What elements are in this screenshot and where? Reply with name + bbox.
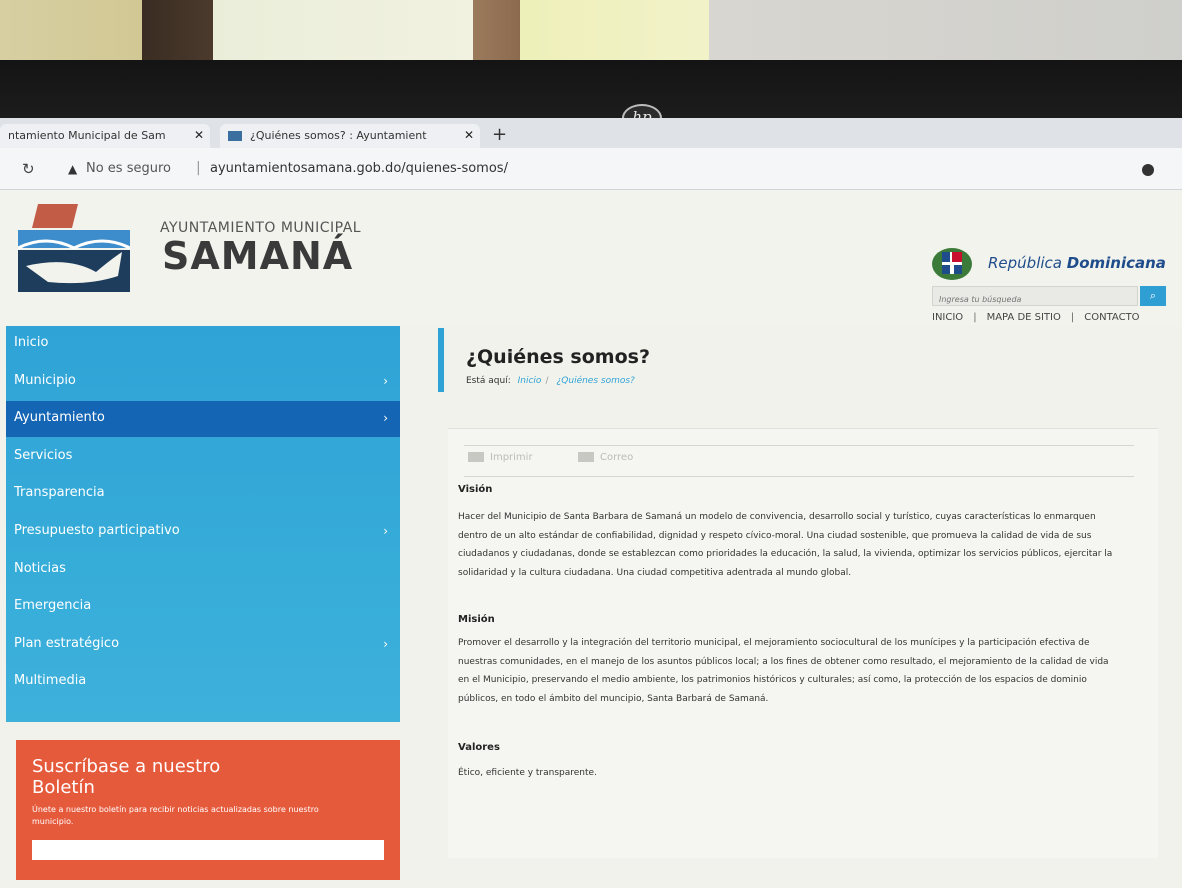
email-label: Correo	[600, 452, 634, 463]
sidebar-item-label: Noticias	[14, 561, 66, 576]
sidebar-item-label: Inicio	[14, 335, 49, 350]
newsletter-box: Suscríbase a nuestro Boletín Únete a nue…	[16, 740, 400, 880]
sidebar-item-label: Servicios	[14, 448, 73, 463]
link-mapa-de-sitio[interactable]: MAPA DE SITIO	[987, 312, 1061, 323]
sidebar-item-label: Transparencia	[14, 485, 105, 500]
address-separator: |	[196, 160, 201, 176]
tab-ayuntamiento[interactable]: ntamiento Municipal de Sam ✕	[0, 124, 210, 148]
breadcrumb: Está aquí: Inicio / ¿Quiénes somos?	[466, 376, 635, 386]
sidebar-item-label: Ayuntamiento	[14, 410, 105, 425]
newsletter-title: Suscríbase a nuestro Boletín	[32, 756, 221, 798]
breadcrumb-inicio[interactable]: Inicio	[518, 376, 542, 386]
rd-label-plain: República	[988, 254, 1067, 272]
section-heading-vision: Visión	[458, 484, 493, 495]
coat-of-arms-icon	[932, 248, 972, 280]
section-heading-valores: Valores	[458, 742, 500, 753]
email-button[interactable]: Correo	[578, 452, 633, 463]
url-field[interactable]: ayuntamientosamana.gob.do/quienes-somos/	[210, 161, 508, 176]
link-contacto[interactable]: CONTACTO	[1084, 312, 1139, 323]
sidebar-item-label: Emergencia	[14, 598, 92, 613]
favicon-icon	[228, 131, 242, 141]
profile-icon[interactable]	[1142, 164, 1154, 176]
sidebar-nav: Inicio Municipio › Ayuntamiento › Servicios Tr…	[6, 326, 400, 722]
page-title: ¿Quiénes somos?	[466, 346, 650, 368]
republica-dominicana-label: República Dominicana	[988, 254, 1166, 272]
chevron-right-icon: ›	[383, 524, 388, 538]
org-name: SAMANÁ	[162, 234, 354, 278]
not-secure-label[interactable]: No es seguro	[86, 161, 171, 176]
mail-icon	[578, 452, 594, 462]
search-input[interactable]	[933, 290, 1137, 309]
close-tab-icon[interactable]: ✕	[194, 128, 204, 142]
toolbar-divider	[464, 476, 1134, 477]
samana-logo[interactable]	[18, 200, 130, 292]
section-text-mision: Promover el desarrollo y la integración …	[458, 638, 1109, 704]
print-label: Imprimir	[490, 452, 533, 463]
sidebar-item-municipio[interactable]: Municipio ›	[6, 364, 400, 400]
tab-label: ntamiento Municipal de Sam	[8, 129, 166, 142]
sidebar-item-noticias[interactable]: Noticias	[6, 552, 400, 588]
chevron-right-icon: ›	[383, 411, 388, 425]
breadcrumb-label: Está aquí:	[466, 376, 511, 386]
link-inicio[interactable]: INICIO	[932, 312, 963, 323]
sidebar-item-label: Municipio	[14, 373, 76, 388]
search-icon: ⌕	[1149, 289, 1157, 302]
search-button[interactable]: ⌕	[1140, 286, 1166, 306]
site-header: AYUNTAMIENTO MUNICIPAL SAMANÁ República …	[0, 190, 1182, 326]
print-button[interactable]: Imprimir	[468, 452, 533, 463]
sidebar-item-multimedia[interactable]: Multimedia	[6, 664, 400, 700]
address-bar: ↻ ▲ No es seguro | ayuntamientosamana.go…	[0, 148, 1182, 190]
link-separator: |	[973, 312, 977, 323]
section-heading-mision: Misión	[458, 614, 495, 625]
screen: ntamiento Municipal de Sam ✕ ¿Quiénes so…	[0, 118, 1182, 888]
tab-bar: ntamiento Municipal de Sam ✕ ¿Quiénes so…	[0, 118, 1182, 148]
sidebar-item-inicio[interactable]: Inicio	[6, 326, 400, 362]
new-tab-icon[interactable]: +	[492, 124, 507, 145]
sidebar-item-servicios[interactable]: Servicios	[6, 439, 400, 475]
sidebar-item-plan-estrategico[interactable]: Plan estratégico ›	[6, 627, 400, 663]
title-accent-bar	[438, 328, 444, 392]
warning-icon[interactable]: ▲	[68, 162, 77, 176]
breadcrumb-sep: /	[545, 376, 549, 386]
newsletter-text: Únete a nuestro boletín para recibir not…	[32, 805, 319, 826]
toolbar-divider	[464, 445, 1134, 446]
sidebar-item-label: Presupuesto participativo	[14, 523, 180, 538]
link-separator: |	[1070, 312, 1075, 323]
top-links: INICIO | MAPA DE SITIO | CONTACTO	[930, 312, 1142, 323]
sidebar-item-ayuntamiento[interactable]: Ayuntamiento ›	[6, 401, 400, 437]
print-icon	[468, 452, 484, 462]
section-text-vision: Hacer del Municipio de Santa Barbara de …	[458, 512, 1113, 578]
sidebar-item-presupuesto-participativo[interactable]: Presupuesto participativo ›	[6, 514, 400, 550]
search-field[interactable]	[932, 286, 1138, 309]
newsletter-email-input[interactable]	[32, 840, 384, 860]
close-tab-icon[interactable]: ✕	[464, 128, 474, 142]
sidebar-item-label: Multimedia	[14, 673, 87, 688]
breadcrumb-current[interactable]: ¿Quiénes somos?	[557, 376, 635, 386]
rd-label-bold: Dominicana	[1066, 254, 1166, 272]
sidebar-item-transparencia[interactable]: Transparencia	[6, 476, 400, 512]
sidebar-item-emergencia[interactable]: Emergencia	[6, 589, 400, 625]
chevron-right-icon: ›	[383, 637, 388, 651]
chevron-right-icon: ›	[383, 374, 388, 388]
tab-quienes-somos[interactable]: ¿Quiénes somos? : Ayuntamient ✕	[220, 124, 480, 148]
sidebar-item-label: Plan estratégico	[14, 636, 120, 651]
tab-label: ¿Quiénes somos? : Ayuntamient	[250, 129, 427, 142]
reload-icon[interactable]: ↻	[22, 160, 35, 178]
section-text-valores: Ético, eficiente y transparente.	[458, 768, 597, 778]
